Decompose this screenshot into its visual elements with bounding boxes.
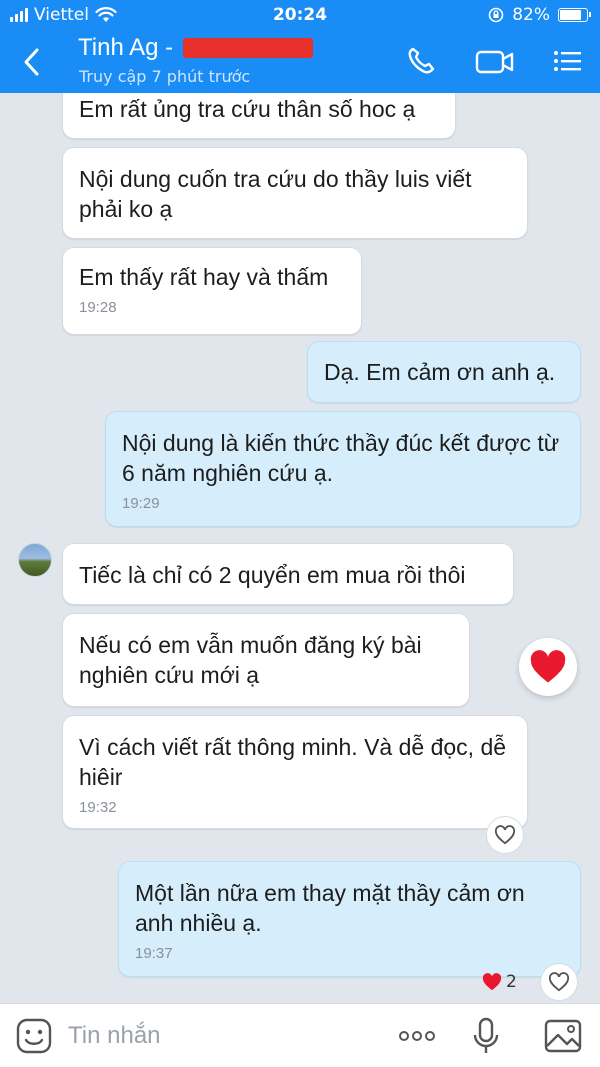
back-icon[interactable]	[18, 44, 48, 80]
battery-percent: 82%	[512, 5, 550, 25]
message-list[interactable]: Em rất ủng tra cứu thân số hoc ạ Nội dun…	[0, 93, 600, 1003]
message-bubble[interactable]: Nếu có em vẫn muốn đăng ký bài nghiên cứ…	[62, 613, 470, 707]
message-text: Dạ. Em cảm ơn anh ạ.	[324, 359, 556, 385]
heart-icon	[530, 650, 566, 683]
reaction-count[interactable]: 2	[482, 972, 517, 992]
video-call-icon[interactable]	[474, 44, 516, 78]
microphone-icon[interactable]	[466, 1016, 506, 1056]
heart-outline-icon	[494, 825, 516, 845]
message-text: Em thấy rất hay và thấm	[79, 264, 329, 290]
message-text: Em rất ủng tra cứu thân số hoc ạ	[79, 96, 416, 122]
message-bubble[interactable]: Tiếc là chỉ có 2 quyển em mua rồi thôi	[62, 543, 514, 605]
more-icon[interactable]	[396, 1016, 438, 1056]
react-button[interactable]	[486, 816, 524, 854]
phone-icon[interactable]	[404, 44, 440, 78]
heart-icon	[482, 973, 502, 991]
message-time: 19:37	[135, 945, 173, 962]
reaction-count-value: 2	[506, 972, 517, 992]
message-bubble[interactable]: Nội dung là kiến thức thầy đúc kết được …	[105, 411, 581, 527]
orientation-lock-icon	[488, 7, 504, 23]
image-icon[interactable]	[543, 1016, 583, 1056]
message-time: 19:32	[79, 799, 117, 816]
menu-icon[interactable]	[550, 44, 586, 78]
contact-name-text: Tinh Ag -	[78, 34, 174, 61]
status-bar: Viettel 20:24 82%	[0, 0, 600, 30]
message-time: 19:28	[79, 299, 117, 316]
heart-outline-icon	[548, 972, 570, 992]
sticker-icon[interactable]	[14, 1016, 54, 1056]
battery-icon	[558, 8, 591, 22]
react-button[interactable]	[540, 963, 578, 1001]
message-time: 19:29	[122, 495, 160, 512]
message-text: Nội dung cuốn tra cứu do thầy luis viết …	[79, 166, 472, 222]
top-bar: Viettel 20:24 82% Tinh Ag - Truy cập 7 p…	[0, 0, 600, 93]
last-seen-status: Truy cập 7 phút trước	[79, 67, 251, 86]
message-bubble[interactable]: Em thấy rất hay và thấm 19:28	[62, 247, 362, 335]
message-input[interactable]: Tin nhắn	[68, 1018, 368, 1054]
status-right: 82%	[488, 5, 591, 25]
contact-name[interactable]: Tinh Ag -	[78, 34, 314, 62]
message-text: Vì cách viết rất thông minh. Và dễ đọc, …	[79, 734, 507, 790]
heart-reaction-button[interactable]	[519, 638, 577, 696]
message-bubble[interactable]: Nội dung cuốn tra cứu do thầy luis viết …	[62, 147, 528, 239]
message-text: Nội dung là kiến thức thầy đúc kết được …	[122, 430, 560, 486]
message-text: Một lần nữa em thay mặt thầy cảm ơn anh …	[135, 880, 525, 936]
message-bubble[interactable]: Vì cách viết rất thông minh. Và dễ đọc, …	[62, 715, 528, 829]
avatar[interactable]	[18, 543, 52, 577]
message-bubble[interactable]: Em rất ủng tra cứu thân số hoc ạ	[62, 93, 456, 139]
message-text: Tiếc là chỉ có 2 quyển em mua rồi thôi	[79, 562, 466, 588]
message-text: Nếu có em vẫn muốn đăng ký bài nghiên cứ…	[79, 632, 422, 688]
message-bubble[interactable]: Một lần nữa em thay mặt thầy cảm ơn anh …	[118, 861, 581, 977]
composer-bar: Tin nhắn	[0, 1003, 600, 1067]
redacted-name-mark	[183, 38, 314, 58]
chat-header: Tinh Ag - Truy cập 7 phút trước	[0, 30, 600, 93]
message-bubble[interactable]: Dạ. Em cảm ơn anh ạ.	[307, 341, 581, 403]
